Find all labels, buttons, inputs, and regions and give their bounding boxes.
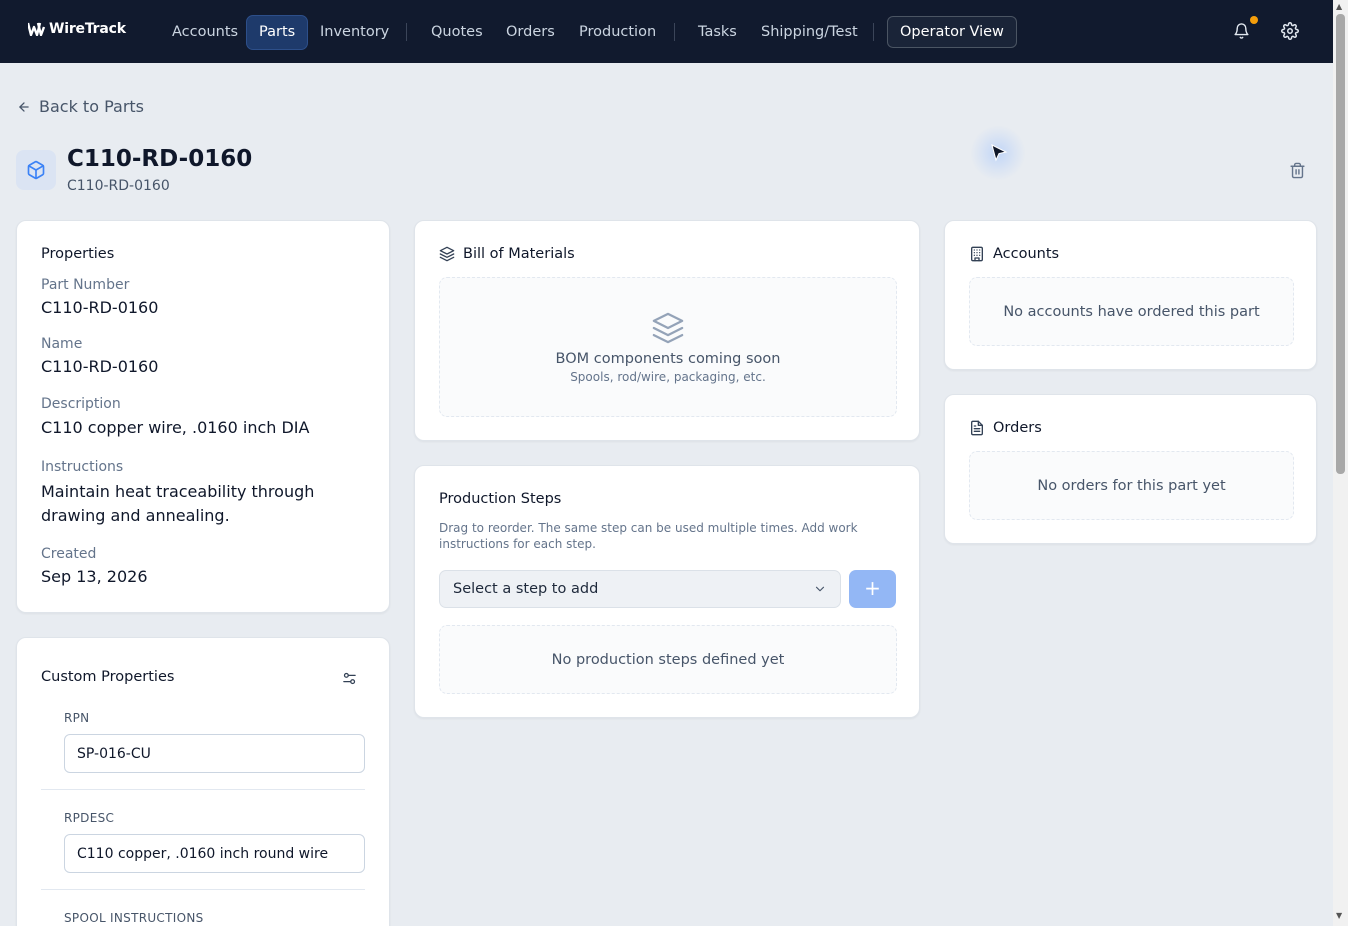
nav-parts[interactable]: Parts <box>246 15 309 50</box>
production-steps-card: Production Steps Drag to reorder. The sa… <box>414 465 920 718</box>
accounts-empty-text: No accounts have ordered this part <box>1003 303 1260 320</box>
back-to-parts-link[interactable]: Back to Parts <box>17 97 144 116</box>
bom-title: Bill of Materials <box>463 246 575 262</box>
nav-tasks[interactable]: Tasks <box>686 15 749 50</box>
building-icon <box>971 246 983 262</box>
orders-empty-text: No orders for this part yet <box>1037 477 1226 494</box>
rpdesc-input[interactable] <box>64 834 365 873</box>
part-avatar <box>16 150 56 190</box>
notification-badge <box>1250 16 1258 24</box>
production-steps-help: Drag to reorder. The same step can be us… <box>439 521 858 551</box>
layers-icon <box>652 312 684 343</box>
rpn-label: RPN <box>64 711 90 725</box>
arrow-left-icon <box>19 101 29 112</box>
page-subtitle: C110-RD-0160 <box>67 178 170 194</box>
chevron-down-icon <box>815 586 825 592</box>
nav-production[interactable]: Production <box>567 15 668 50</box>
scroll-up-arrow[interactable]: ▲ <box>1336 2 1342 11</box>
add-step-button[interactable]: + <box>849 570 896 608</box>
bom-empty-subtext: Spools, rod/wire, packaging, etc. <box>570 369 766 384</box>
operator-view-button[interactable]: Operator View <box>887 16 1017 48</box>
scrollbar-thumb[interactable] <box>1336 14 1345 474</box>
step-select[interactable]: Select a step to add <box>439 570 841 608</box>
rpdesc-label: RPDESC <box>64 811 115 825</box>
top-nav-bar: WireTrack Accounts Parts Inventory Quote… <box>0 0 1333 63</box>
nav-orders[interactable]: Orders <box>494 15 567 50</box>
nav-accounts[interactable]: Accounts <box>160 15 250 50</box>
layers-icon <box>439 246 455 262</box>
box-icon <box>27 160 45 180</box>
field-divider <box>41 789 365 790</box>
description-label: Description <box>41 396 121 412</box>
nav-separator <box>406 23 407 41</box>
accounts-card: Accounts No accounts have ordered this p… <box>944 220 1317 370</box>
accounts-title: Accounts <box>993 246 1060 262</box>
created-value: Sep 13, 2026 <box>41 567 148 586</box>
production-steps-title: Production Steps <box>439 491 562 507</box>
spool-instructions-label: SPOOL INSTRUCTIONS <box>64 911 204 925</box>
cursor-arrow-icon <box>991 144 1008 162</box>
page-title: C110-RD-0160 <box>67 146 253 172</box>
part-number-label: Part Number <box>41 277 130 293</box>
accounts-header: Accounts <box>969 246 1059 262</box>
orders-card: Orders No orders for this part yet <box>944 394 1317 544</box>
orders-empty-state: No orders for this part yet <box>969 451 1294 520</box>
custom-properties-card: Custom Properties RPN RPDESC SPOOL INSTR… <box>16 637 390 926</box>
name-label: Name <box>41 336 83 352</box>
bom-empty-state: BOM components coming soon Spools, rod/w… <box>439 277 897 417</box>
nav-separator <box>674 23 675 41</box>
logo-icon <box>28 22 46 36</box>
nav-quotes[interactable]: Quotes <box>419 15 495 50</box>
production-steps-empty-state: No production steps defined yet <box>439 625 897 694</box>
bom-header: Bill of Materials <box>439 246 575 262</box>
part-number-value: C110-RD-0160 <box>41 298 159 317</box>
name-value: C110-RD-0160 <box>41 357 159 376</box>
properties-card: Properties Part Number C110-RD-0160 Name… <box>16 220 390 613</box>
field-divider <box>41 889 365 890</box>
orders-header: Orders <box>969 420 1042 436</box>
bom-card: Bill of Materials BOM components coming … <box>414 220 920 441</box>
orders-title: Orders <box>993 420 1042 436</box>
nav-separator <box>873 23 874 41</box>
rpn-input[interactable] <box>64 734 365 773</box>
nav-inventory[interactable]: Inventory <box>308 15 401 50</box>
instructions-value: Maintain heat traceability through drawi… <box>41 482 315 525</box>
trash-icon[interactable] <box>1289 162 1306 179</box>
description-value: C110 copper wire, .0160 inch DIA <box>41 418 310 437</box>
step-select-value: Select a step to add <box>453 581 599 597</box>
bom-empty-text: BOM components coming soon <box>555 350 781 367</box>
bell-icon[interactable] <box>1233 22 1250 40</box>
back-link-label: Back to Parts <box>39 97 144 116</box>
file-text-icon <box>971 420 983 436</box>
logo-text: WireTrack <box>49 21 126 37</box>
sliders-icon[interactable] <box>342 671 357 686</box>
instructions-label: Instructions <box>41 459 124 475</box>
scroll-down-arrow[interactable]: ▼ <box>1336 911 1342 920</box>
mouse-cursor <box>970 125 1026 181</box>
nav-shipping-test[interactable]: Shipping/Test <box>749 15 870 50</box>
properties-title: Properties <box>41 246 115 262</box>
accounts-empty-state: No accounts have ordered this part <box>969 277 1294 346</box>
production-steps-empty-text: No production steps defined yet <box>551 651 785 668</box>
custom-properties-title: Custom Properties <box>41 669 175 685</box>
gear-icon[interactable] <box>1281 22 1299 40</box>
app-logo[interactable]: WireTrack <box>28 21 126 37</box>
created-label: Created <box>41 546 97 562</box>
